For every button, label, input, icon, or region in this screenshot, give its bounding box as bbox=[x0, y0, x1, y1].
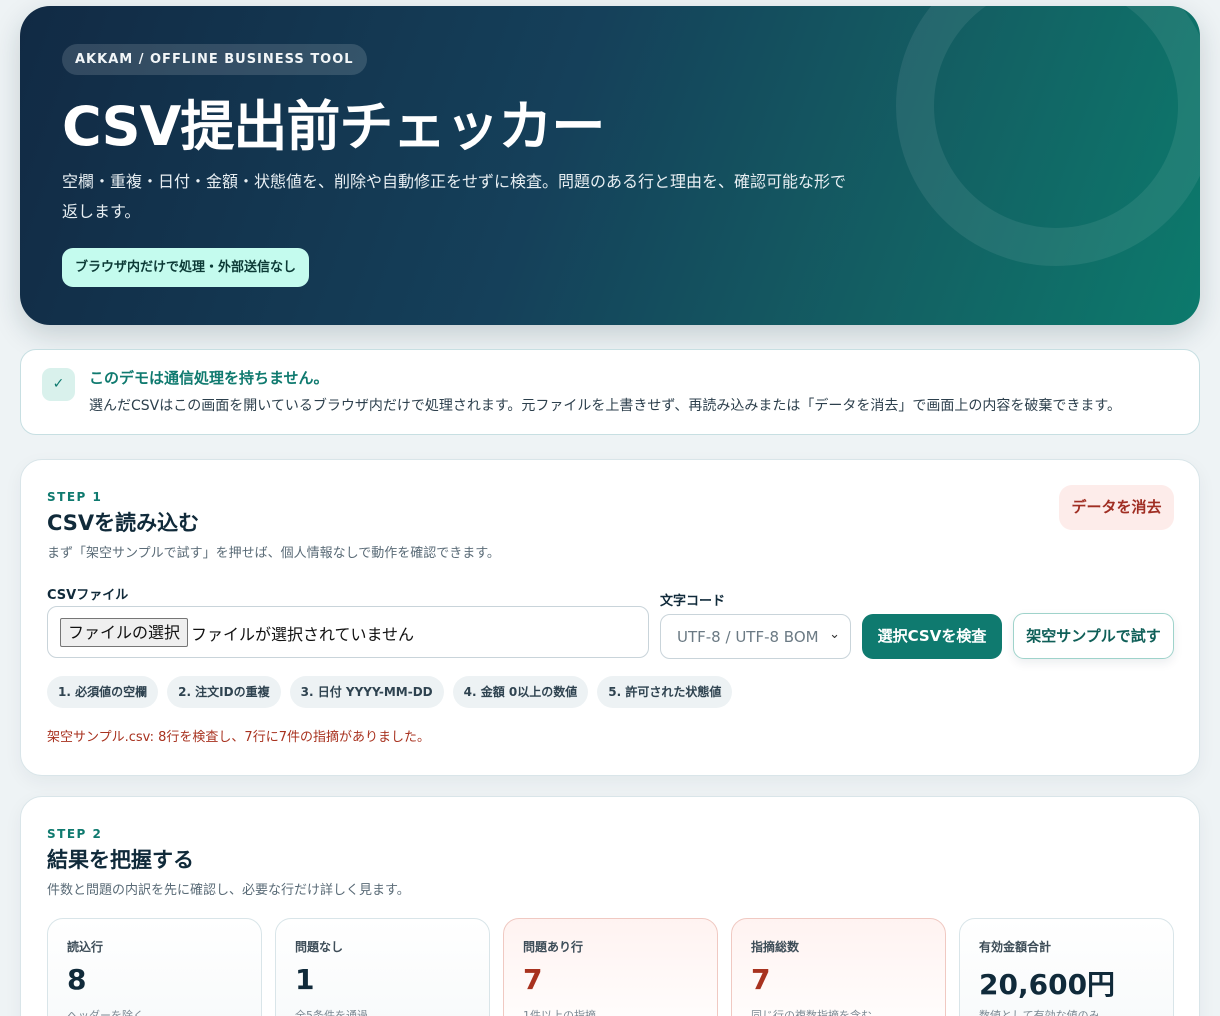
notice-text: 選んだCSVはこの画面を開いているブラウザ内だけで処理されます。元ファイルを上書… bbox=[89, 398, 1122, 414]
stats-row: 読込行 8 ヘッダーを除く 問題なし 1 全5条件を通過 問題あり行 7 1件以… bbox=[47, 918, 1174, 1016]
file-label: CSVファイル bbox=[47, 588, 129, 603]
decorative-ring bbox=[896, 6, 1200, 266]
step2-label: STEP 2 bbox=[47, 827, 103, 841]
stat-card-valid-amount: 有効金額合計 20,600円 数値として有効な値のみ bbox=[959, 918, 1174, 1016]
privacy-badge: ブラウザ内だけで処理・外部送信なし bbox=[62, 248, 310, 287]
notice-title: このデモは通信処理を持ちません。 bbox=[89, 369, 329, 387]
stat-note: 全5条件を通過 bbox=[295, 1009, 368, 1016]
page: AKKAM / OFFLINE BUSINESS TOOL CSV提出前チェッカ… bbox=[0, 0, 1220, 1016]
stat-card-issue-rows: 問題あり行 7 1件以上の指摘 bbox=[503, 918, 718, 1016]
step1-subtitle: まず「架空サンプルで試す」を押せば、個人情報なしで動作を確認できます。 bbox=[47, 546, 500, 561]
stat-value: 8 bbox=[67, 963, 87, 996]
clear-data-button[interactable]: データを消去 bbox=[1059, 485, 1174, 530]
rule-chip: 4. 金額 0以上の数値 bbox=[452, 676, 589, 708]
stat-label: 問題なし bbox=[295, 940, 344, 954]
rule-chip: 2. 注文IDの重複 bbox=[167, 676, 281, 708]
rule-chips: 1. 必須値の空欄 2. 注文IDの重複 3. 日付 YYYY-MM-DD 4.… bbox=[47, 676, 733, 708]
step1-label: STEP 1 bbox=[47, 490, 103, 504]
hero-eyebrow: AKKAM / OFFLINE BUSINESS TOOL bbox=[62, 44, 367, 75]
page-title: CSV提出前チェッカー bbox=[62, 95, 605, 158]
check-icon: ✓ bbox=[42, 368, 75, 401]
file-status: ファイルが選択されていません bbox=[191, 625, 415, 644]
step2-card: STEP 2 結果を把握する 件数と問題の内訳を先に確認し、必要な行だけ詳しく見… bbox=[20, 796, 1200, 1016]
result-message: 架空サンプル.csv: 8行を検査し、7行に7件の指摘がありました。 bbox=[47, 730, 430, 745]
stat-value: 1 bbox=[295, 963, 315, 996]
stat-label: 読込行 bbox=[67, 940, 104, 954]
csv-file-input[interactable]: ファイルの選択 ファイルが選択されていません bbox=[47, 606, 649, 658]
step2-subtitle: 件数と問題の内訳を先に確認し、必要な行だけ詳しく見ます。 bbox=[47, 883, 410, 898]
rule-chip: 3. 日付 YYYY-MM-DD bbox=[289, 676, 444, 708]
stat-note: ヘッダーを除く bbox=[67, 1009, 144, 1016]
try-sample-button[interactable]: 架空サンプルで試す bbox=[1013, 613, 1174, 659]
stat-note: 同じ行の複数指摘を含む bbox=[751, 1009, 872, 1016]
stat-card-rows-read: 読込行 8 ヘッダーを除く bbox=[47, 918, 262, 1016]
rule-chip: 5. 許可された状態値 bbox=[597, 676, 733, 708]
stat-note: 数値として有効な値のみ bbox=[979, 1009, 1100, 1016]
stat-card-no-issues: 問題なし 1 全5条件を通過 bbox=[275, 918, 490, 1016]
stat-value: 7 bbox=[751, 963, 771, 996]
stat-card-total-issues: 指摘総数 7 同じ行の複数指摘を含む bbox=[731, 918, 946, 1016]
step1-title: CSVを読み込む bbox=[47, 511, 200, 535]
stat-label: 指摘総数 bbox=[751, 940, 800, 954]
stat-label: 問題あり行 bbox=[523, 940, 584, 954]
offline-notice: ✓ このデモは通信処理を持ちません。 選んだCSVはこの画面を開いているブラウザ… bbox=[20, 349, 1200, 435]
encoding-label: 文字コード bbox=[660, 594, 726, 609]
rule-chip: 1. 必須値の空欄 bbox=[47, 676, 159, 708]
stat-label: 有効金額合計 bbox=[979, 940, 1052, 954]
step1-card: STEP 1 CSVを読み込む まず「架空サンプルで試す」を押せば、個人情報なし… bbox=[20, 459, 1200, 776]
stat-note: 1件以上の指摘 bbox=[523, 1009, 596, 1016]
hero-description: 空欄・重複・日付・金額・状態値を、削除や自動修正をせずに検査。問題のある行と理由… bbox=[62, 172, 847, 221]
chevron-down-icon: ⌄ bbox=[829, 627, 840, 642]
stat-value: 20,600円 bbox=[979, 968, 1116, 1001]
step2-title: 結果を把握する bbox=[47, 848, 194, 872]
encoding-select[interactable]: UTF-8 / UTF-8 BOM ⌄ bbox=[660, 614, 851, 659]
encoding-value: UTF-8 / UTF-8 BOM bbox=[677, 628, 819, 646]
stat-value: 7 bbox=[523, 963, 543, 996]
choose-file-button[interactable]: ファイルの選択 bbox=[60, 618, 189, 647]
hero-banner: AKKAM / OFFLINE BUSINESS TOOL CSV提出前チェッカ… bbox=[20, 6, 1200, 325]
check-csv-button[interactable]: 選択CSVを検査 bbox=[862, 614, 1002, 659]
